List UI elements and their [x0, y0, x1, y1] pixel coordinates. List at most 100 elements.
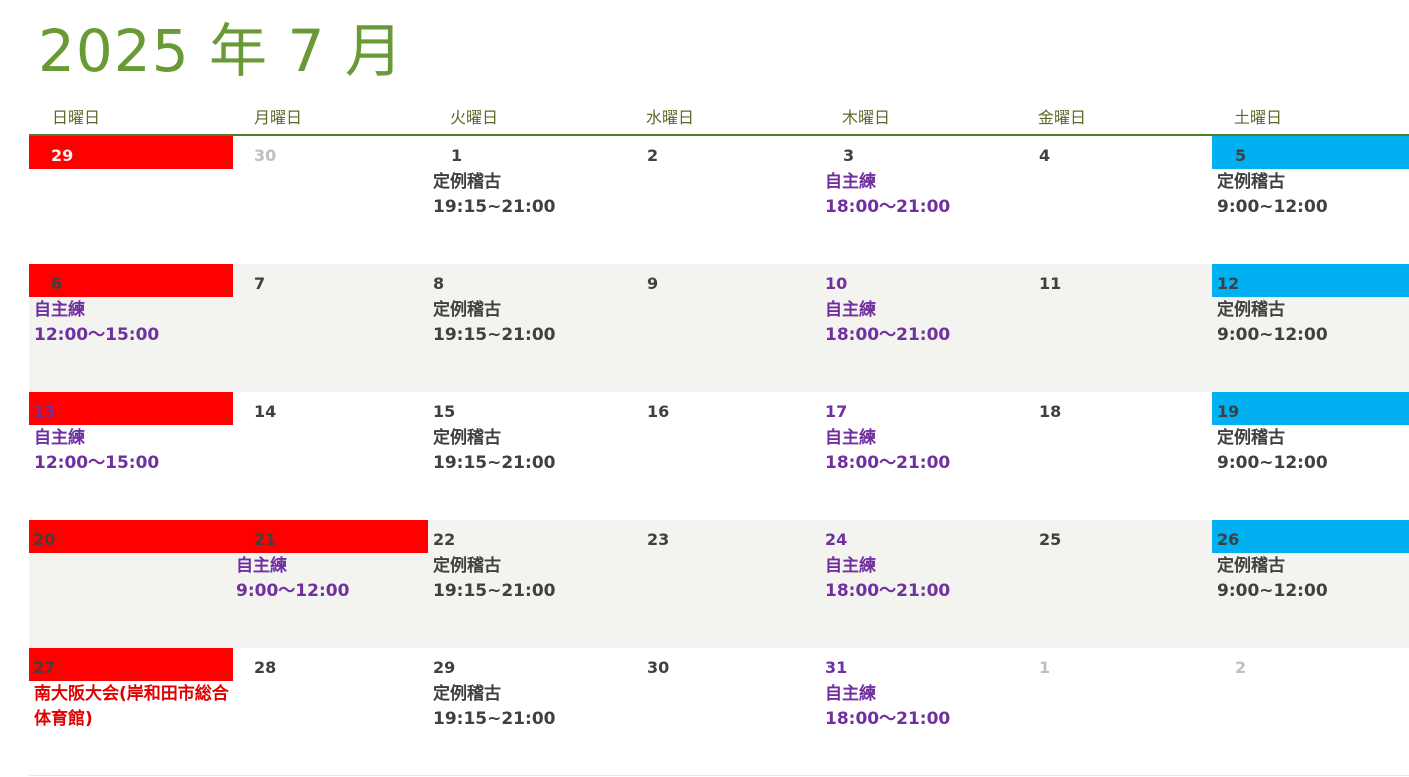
event-tournament[interactable]: 南大阪大会(岸和田市総合体育館) — [34, 682, 230, 732]
event-regular-practice[interactable]: 定例稽古 9:00~12:00 — [1217, 170, 1328, 220]
event-self-practice[interactable]: 自主練 18:00～21:00 — [825, 554, 950, 604]
day-number[interactable]: 21 — [254, 529, 276, 551]
day-number[interactable]: 22 — [433, 529, 455, 551]
event-time: 19:15~21:00 — [433, 581, 556, 601]
day-number[interactable]: 24 — [825, 529, 847, 551]
calendar-week: 27 南大阪大会(岸和田市総合体育館) 28 29 定例稽古 19:15~21:… — [29, 648, 1409, 776]
day-number[interactable]: 30 — [254, 145, 276, 167]
weekday-sunday: 日曜日 — [52, 108, 101, 127]
weekday-header-row: 日曜日 月曜日 火曜日 水曜日 木曜日 金曜日 土曜日 — [29, 105, 1409, 135]
day-number[interactable]: 17 — [825, 401, 847, 423]
day-number[interactable]: 16 — [647, 401, 669, 423]
event-time: 19:15~21:00 — [433, 709, 556, 729]
calendar-title: 2025 年 7 月 — [38, 17, 404, 85]
day-number[interactable]: 5 — [1235, 145, 1246, 167]
event-time: 19:15~21:00 — [433, 325, 556, 345]
day-number[interactable]: 10 — [825, 273, 847, 295]
event-self-practice[interactable]: 自主練 18:00～21:00 — [825, 426, 950, 476]
event-time: 18:00～21:00 — [825, 197, 951, 217]
day-number[interactable]: 26 — [1217, 529, 1239, 551]
event-time: 18:00～21:00 — [825, 709, 951, 729]
event-self-practice[interactable]: 自主練 18:00～21:00 — [825, 682, 950, 732]
event-title: 自主練 — [825, 428, 876, 448]
weekday-thursday: 木曜日 — [842, 108, 891, 127]
day-number[interactable]: 27 — [33, 657, 55, 679]
saturday-highlight — [1212, 392, 1409, 425]
day-number[interactable]: 23 — [647, 529, 669, 551]
day-number[interactable]: 30 — [647, 657, 669, 679]
day-number[interactable]: 3 — [843, 145, 854, 167]
day-number[interactable]: 1 — [1039, 657, 1050, 679]
day-number[interactable]: 18 — [1039, 401, 1061, 423]
event-regular-practice[interactable]: 定例稽古 19:15~21:00 — [433, 426, 555, 476]
day-number[interactable]: 25 — [1039, 529, 1061, 551]
day-number[interactable]: 20 — [33, 529, 55, 551]
event-title: 自主練 — [34, 428, 85, 448]
event-title: 自主練 — [825, 684, 876, 704]
day-number[interactable]: 31 — [825, 657, 847, 679]
event-regular-practice[interactable]: 定例稽古 9:00~12:00 — [1217, 554, 1328, 604]
event-time: 9:00~12:00 — [1217, 453, 1328, 473]
event-title: 自主練 — [34, 300, 85, 320]
event-self-practice[interactable]: 自主練 9:00～12:00 — [236, 554, 349, 604]
event-title: 定例稽古 — [433, 684, 501, 704]
sunday-highlight — [29, 648, 233, 681]
day-number[interactable]: 13 — [33, 401, 55, 423]
saturday-highlight — [1212, 264, 1409, 297]
day-number[interactable]: 28 — [254, 657, 276, 679]
event-self-practice[interactable]: 自主練 12:00～15:00 — [34, 298, 159, 348]
event-title: 定例稽古 — [433, 172, 501, 192]
event-time: 18:00～21:00 — [825, 325, 951, 345]
event-time: 12:00～15:00 — [34, 325, 160, 345]
event-time: 19:15~21:00 — [433, 197, 556, 217]
event-title: 定例稽古 — [433, 428, 501, 448]
event-time: 9:00～12:00 — [236, 581, 350, 601]
day-number[interactable]: 15 — [433, 401, 455, 423]
event-title: 定例稽古 — [433, 300, 501, 320]
event-self-practice[interactable]: 自主練 12:00～15:00 — [34, 426, 159, 476]
weekday-monday: 月曜日 — [254, 108, 303, 127]
event-title: 定例稽古 — [1217, 556, 1285, 576]
event-regular-practice[interactable]: 定例稽古 19:15~21:00 — [433, 298, 555, 348]
day-number[interactable]: 19 — [1217, 401, 1239, 423]
event-regular-practice[interactable]: 定例稽古 9:00~12:00 — [1217, 298, 1328, 348]
weekday-wednesday: 水曜日 — [646, 108, 695, 127]
event-regular-practice[interactable]: 定例稽古 9:00~12:00 — [1217, 426, 1328, 476]
calendar-week: 13 自主練 12:00～15:00 14 15 定例稽古 19:15~21:0… — [29, 392, 1409, 520]
event-self-practice[interactable]: 自主練 18:00～21:00 — [825, 298, 950, 348]
event-time: 19:15~21:00 — [433, 453, 556, 473]
calendar-week: 6 自主練 12:00～15:00 7 8 定例稽古 19:15~21:00 9… — [29, 264, 1409, 392]
event-self-practice[interactable]: 自主練 18:00～21:00 — [825, 170, 950, 220]
event-regular-practice[interactable]: 定例稽古 19:15~21:00 — [433, 170, 555, 220]
day-number[interactable]: 8 — [433, 273, 444, 295]
event-time: 18:00～21:00 — [825, 581, 951, 601]
calendar-week: 29 30 1 定例稽古 19:15~21:00 2 3 自主練 18:00～2… — [29, 136, 1409, 264]
day-number[interactable]: 11 — [1039, 273, 1061, 295]
day-number[interactable]: 12 — [1217, 273, 1239, 295]
event-regular-practice[interactable]: 定例稽古 19:15~21:00 — [433, 554, 555, 604]
day-number[interactable]: 2 — [647, 145, 658, 167]
weekday-tuesday: 火曜日 — [450, 108, 499, 127]
event-title: 自主練 — [236, 556, 287, 576]
event-title: 定例稽古 — [1217, 300, 1285, 320]
event-regular-practice[interactable]: 定例稽古 19:15~21:00 — [433, 682, 555, 732]
event-time: 9:00~12:00 — [1217, 581, 1328, 601]
day-number[interactable]: 6 — [51, 273, 62, 295]
day-number[interactable]: 7 — [254, 273, 265, 295]
day-number[interactable]: 1 — [451, 145, 462, 167]
day-number[interactable]: 9 — [647, 273, 658, 295]
weekday-saturday: 土曜日 — [1234, 108, 1283, 127]
saturday-highlight — [1212, 520, 1409, 553]
holiday-highlight — [29, 520, 428, 553]
calendar-bottom-border — [29, 775, 1409, 776]
day-number[interactable]: 2 — [1235, 657, 1246, 679]
day-number[interactable]: 4 — [1039, 145, 1050, 167]
day-number[interactable]: 29 — [433, 657, 455, 679]
day-number[interactable]: 29 — [51, 145, 73, 167]
event-time: 12:00～15:00 — [34, 453, 160, 473]
event-title: 定例稽古 — [1217, 428, 1285, 448]
event-time: 18:00～21:00 — [825, 453, 951, 473]
day-number[interactable]: 14 — [254, 401, 276, 423]
event-title: 自主練 — [825, 172, 876, 192]
event-time: 9:00~12:00 — [1217, 325, 1328, 345]
